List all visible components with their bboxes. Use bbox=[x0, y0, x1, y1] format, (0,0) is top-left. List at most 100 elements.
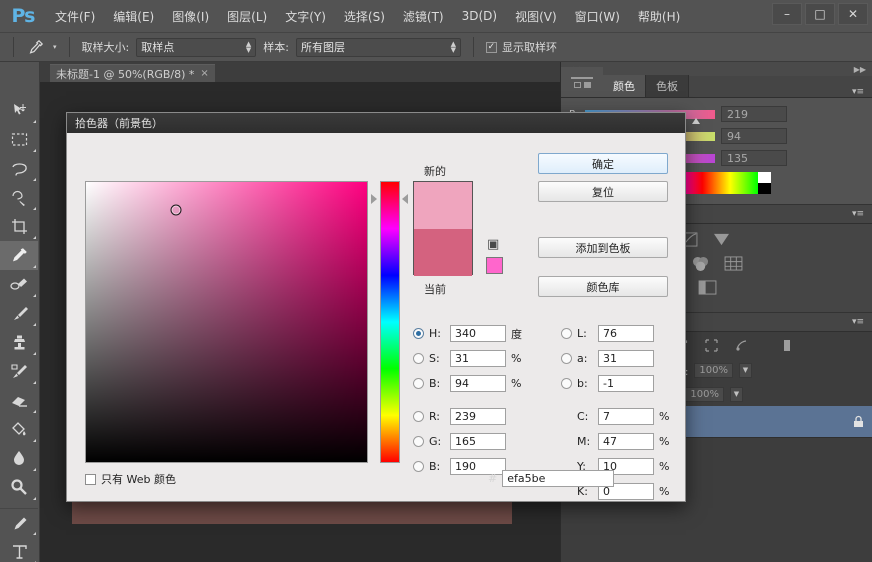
radio-blue[interactable] bbox=[413, 461, 424, 472]
lasso-tool[interactable] bbox=[0, 154, 38, 183]
menu-file[interactable]: 文件(F) bbox=[46, 4, 104, 29]
input-brightness[interactable]: 94 bbox=[450, 375, 506, 392]
crop-tool[interactable] bbox=[0, 212, 38, 241]
slider-thumb-r[interactable] bbox=[691, 117, 701, 126]
saturation-brightness-field[interactable] bbox=[85, 181, 368, 463]
radio-red[interactable] bbox=[413, 411, 424, 422]
exposure-icon[interactable] bbox=[712, 232, 731, 247]
spectrum-white-swatch[interactable] bbox=[758, 172, 771, 183]
radio-green[interactable] bbox=[413, 436, 424, 447]
web-colors-only-checkbox[interactable]: 只有 Web 颜色 bbox=[85, 471, 176, 487]
input-saturation[interactable]: 31 bbox=[450, 350, 506, 367]
radio-saturation[interactable] bbox=[413, 353, 424, 364]
pen-tool[interactable] bbox=[0, 508, 38, 537]
healing-brush-tool[interactable] bbox=[0, 270, 38, 299]
paths-panel-menu-icon[interactable]: ▾≡ bbox=[852, 317, 872, 327]
channel-value-r[interactable]: 219 bbox=[721, 106, 787, 122]
minimize-button[interactable]: – bbox=[772, 3, 802, 25]
document-tab[interactable]: 未标题-1 @ 50%(RGB/8) * × bbox=[50, 64, 215, 82]
adjustments-panel-menu-icon[interactable]: ▾≡ bbox=[852, 209, 872, 219]
input-a[interactable]: 31 bbox=[598, 350, 654, 367]
menu-help[interactable]: 帮助(H) bbox=[629, 4, 689, 29]
show-sampling-ring-toggle[interactable]: ✓ 显示取样环 bbox=[485, 39, 557, 55]
input-hue[interactable]: 340 bbox=[450, 325, 506, 342]
tab-swatches[interactable]: 色板 bbox=[646, 75, 689, 97]
radio-b[interactable] bbox=[561, 378, 572, 389]
blur-tool[interactable] bbox=[0, 444, 38, 473]
color-picker-body: 新的 当前 ▣ 确定 复位 添加到色板 颜色库 H: 340 度 S: 31 %… bbox=[67, 133, 685, 501]
posterize-icon[interactable] bbox=[698, 280, 717, 295]
add-to-swatches-button[interactable]: 添加到色板 bbox=[538, 237, 668, 258]
radio-hue[interactable] bbox=[413, 328, 424, 339]
eyedropper-icon[interactable] bbox=[26, 39, 46, 55]
opacity-dropdown-icon[interactable]: ▼ bbox=[738, 362, 752, 378]
radio-a[interactable] bbox=[561, 353, 572, 364]
field-row-lightness: L: 76 bbox=[561, 325, 654, 342]
fill-dropdown-icon[interactable]: ▼ bbox=[729, 386, 743, 402]
color-picker-dialog[interactable]: 拾色器（前景色） 新的 当前 ▣ 确定 复位 添加到色板 颜色库 H: 340 … bbox=[66, 112, 686, 502]
hue-slider[interactable] bbox=[380, 181, 400, 463]
tab-color[interactable]: 颜色 bbox=[603, 75, 646, 97]
history-brush-tool[interactable] bbox=[0, 357, 38, 386]
tool-preset-arrow[interactable]: ▾ bbox=[53, 43, 57, 51]
options-divider-left bbox=[13, 37, 14, 57]
close-button[interactable]: ✕ bbox=[838, 3, 868, 25]
input-cyan[interactable]: 7 bbox=[598, 408, 654, 425]
hex-input[interactable]: efa5be bbox=[502, 470, 615, 487]
sample-select[interactable]: 所有图层 ▲ ▼ bbox=[295, 37, 461, 57]
input-green[interactable]: 165 bbox=[450, 433, 506, 450]
spectrum-black-swatch[interactable] bbox=[758, 183, 771, 194]
color-balance-icon[interactable] bbox=[691, 256, 710, 271]
eyedropper-tool[interactable] bbox=[0, 241, 38, 270]
menu-layer[interactable]: 图层(L) bbox=[218, 4, 276, 29]
eraser-tool[interactable] bbox=[0, 386, 38, 415]
input-magenta[interactable]: 47 bbox=[598, 433, 654, 450]
color-libraries-button[interactable]: 颜色库 bbox=[538, 276, 668, 297]
color-panel-menu-icon[interactable]: ▾≡ bbox=[852, 87, 872, 97]
web-safe-color-swatch[interactable] bbox=[486, 257, 503, 274]
color-picker-title-bar[interactable]: 拾色器（前景色） bbox=[67, 113, 685, 133]
sample-size-select[interactable]: 取样点 ▲ ▼ bbox=[136, 37, 257, 57]
menu-3d[interactable]: 3D(D) bbox=[453, 5, 506, 27]
field-row-b: b: -1 bbox=[561, 375, 654, 392]
dodge-tool[interactable] bbox=[0, 473, 38, 502]
color-field-cursor[interactable] bbox=[170, 204, 182, 216]
selection-path-icon[interactable] bbox=[705, 338, 718, 352]
channel-value-b[interactable]: 135 bbox=[721, 150, 787, 166]
dock-collapse-bar[interactable]: ◀◀ ▶▶ bbox=[561, 62, 872, 76]
black-white-icon[interactable] bbox=[724, 256, 743, 271]
menu-filter[interactable]: 滤镜(T) bbox=[394, 4, 453, 29]
input-b[interactable]: -1 bbox=[598, 375, 654, 392]
input-lightness[interactable]: 76 bbox=[598, 325, 654, 342]
new-color-swatch[interactable] bbox=[414, 182, 472, 229]
current-color-swatch[interactable] bbox=[414, 229, 472, 276]
add-path-icon[interactable] bbox=[735, 339, 748, 352]
close-icon[interactable]: × bbox=[200, 68, 208, 79]
maximize-button[interactable]: □ bbox=[805, 3, 835, 25]
menu-image[interactable]: 图像(I) bbox=[163, 4, 218, 29]
menu-edit[interactable]: 编辑(E) bbox=[104, 4, 163, 29]
quick-selection-tool[interactable] bbox=[0, 183, 38, 212]
radio-lightness[interactable] bbox=[561, 328, 572, 339]
collapse-right-icon[interactable]: ▶▶ bbox=[854, 65, 866, 74]
marquee-tool[interactable] bbox=[0, 125, 38, 154]
out-of-gamut-icon[interactable]: ▣ bbox=[487, 237, 499, 252]
move-tool[interactable] bbox=[0, 96, 38, 125]
menu-window[interactable]: 窗口(W) bbox=[566, 4, 629, 29]
panel-icon-stack[interactable] bbox=[561, 67, 603, 97]
brush-tool[interactable] bbox=[0, 299, 38, 328]
reset-button[interactable]: 复位 bbox=[538, 181, 668, 202]
menu-view[interactable]: 视图(V) bbox=[506, 4, 566, 29]
paint-bucket-tool[interactable] bbox=[0, 415, 38, 444]
clone-stamp-tool[interactable] bbox=[0, 328, 38, 357]
type-tool[interactable] bbox=[0, 537, 38, 562]
channel-value-g[interactable]: 94 bbox=[721, 128, 787, 144]
ok-button[interactable]: 确定 bbox=[538, 153, 668, 174]
delete-path-icon[interactable] bbox=[781, 339, 793, 352]
menu-type[interactable]: 文字(Y) bbox=[276, 4, 335, 29]
opacity-value[interactable]: 100% bbox=[694, 362, 733, 378]
fill-value[interactable]: 100% bbox=[685, 386, 724, 402]
radio-brightness[interactable] bbox=[413, 378, 424, 389]
input-red[interactable]: 239 bbox=[450, 408, 506, 425]
menu-select[interactable]: 选择(S) bbox=[335, 4, 394, 29]
